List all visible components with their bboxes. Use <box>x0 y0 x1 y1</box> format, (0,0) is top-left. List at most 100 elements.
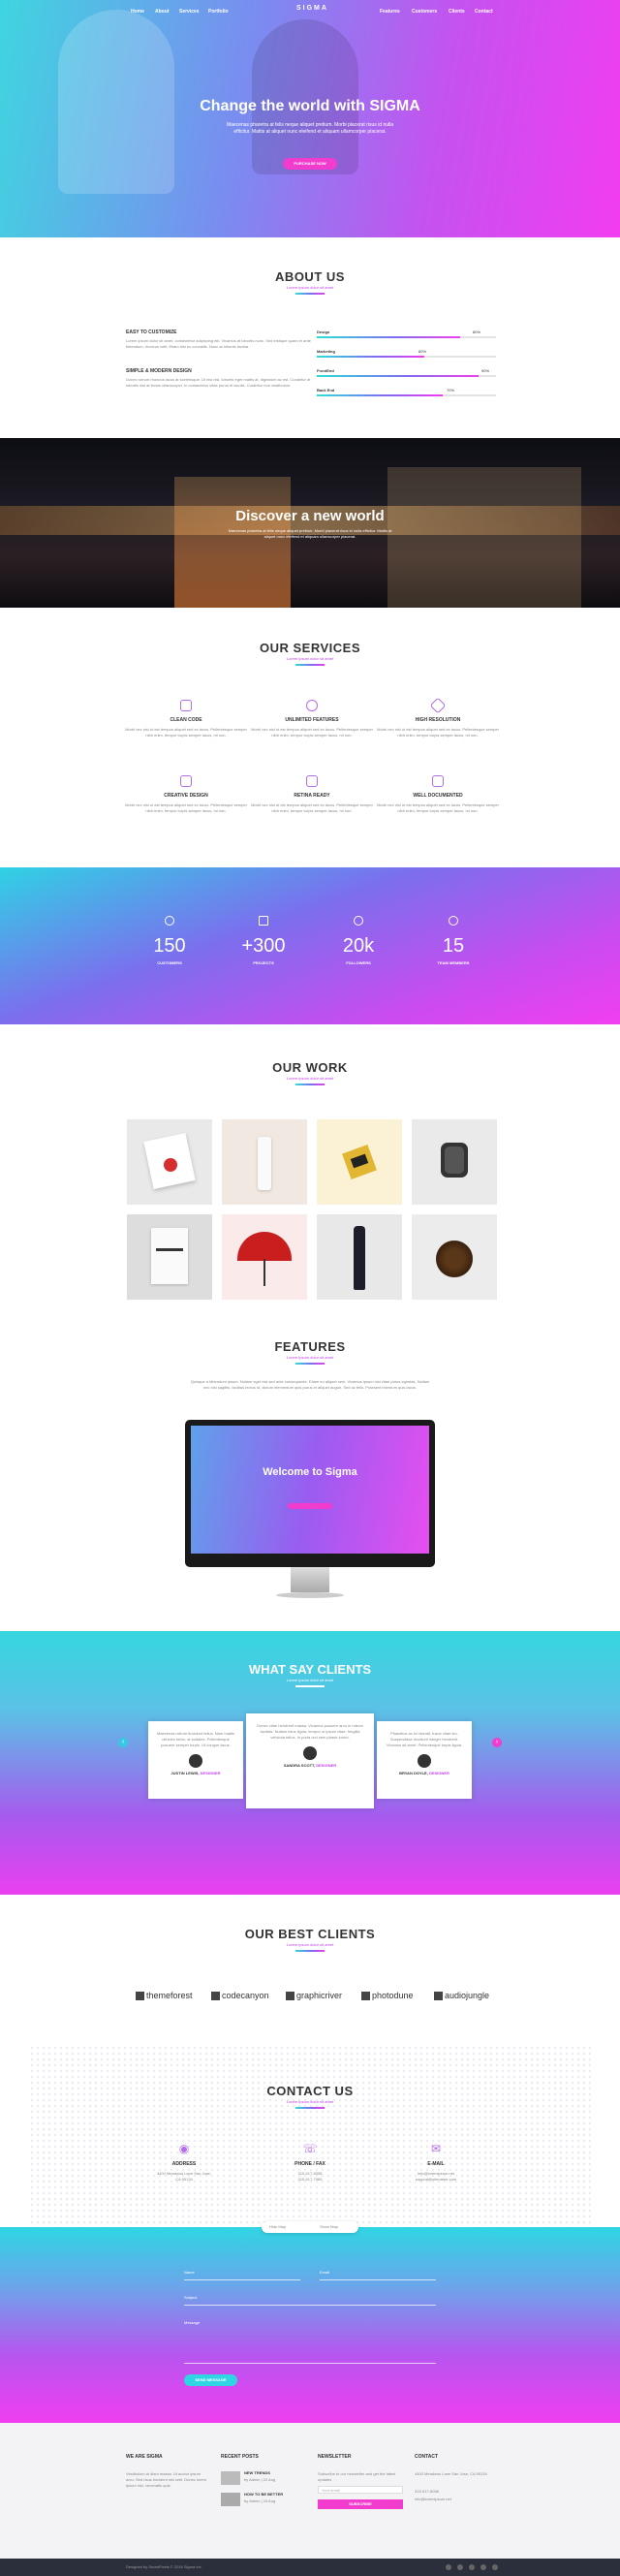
portfolio-item[interactable] <box>412 1119 497 1205</box>
nav-customers[interactable]: Customers <box>412 9 437 15</box>
pin-icon: ◉ <box>178 2142 190 2155</box>
footer-contact-address: 4400 Meadows Lane San Jose, CA 95134 <box>415 2471 487 2476</box>
service-item: RETINA READY Morbi nec nisl ut est tempus… <box>249 775 375 814</box>
about-title: ABOUT US <box>275 269 345 284</box>
diamond-icon <box>429 697 447 714</box>
testimonials-section: WHAT SAY CLIENTS Lorem ipsum dolor sit a… <box>0 1631 620 1895</box>
message-field[interactable]: Message <box>184 2320 200 2325</box>
partner-logo[interactable]: themeforest <box>136 1991 193 2000</box>
send-message-button[interactable]: SEND MESSAGE <box>184 2374 237 2386</box>
portfolio-item[interactable] <box>317 1214 402 1300</box>
partners-title: OUR BEST CLIENTS <box>244 1927 376 1941</box>
footer-posts-heading: RECENT POSTS <box>221 2454 259 2460</box>
counter-projects: +300 PROJECTS <box>215 916 312 965</box>
testimonial-name: JUSTIN LEWIS, <box>170 1771 201 1775</box>
about-heading-2: SIMPLE & MODERN DESIGN <box>126 368 192 374</box>
about-subtitle: Lorem ipsum dolor sit amet <box>286 285 334 290</box>
title-divider <box>295 1950 325 1952</box>
avatar <box>418 1754 431 1768</box>
newsletter-email-input[interactable]: Your email <box>318 2486 403 2494</box>
hide-map-tab[interactable]: Hide Map <box>269 2224 286 2229</box>
testimonial-role: DESIGNER <box>316 1763 337 1768</box>
partner-name: codecanyon <box>222 1991 269 2000</box>
testimonial-name: BRYAN DOYLE, <box>399 1771 429 1775</box>
site-logo[interactable]: SIGMA <box>296 5 326 12</box>
post-thumbnail[interactable] <box>221 2471 240 2485</box>
facebook-icon[interactable] <box>446 2564 451 2570</box>
nav-services[interactable]: Services <box>179 9 200 15</box>
subject-underline[interactable] <box>184 2305 436 2306</box>
phone-icon: ☏ <box>302 2142 318 2155</box>
nav-contact[interactable]: Contact <box>475 9 493 15</box>
partner-logo[interactable]: graphicriver <box>286 1991 342 2000</box>
post-meta: by Admin | 15 Aug <box>244 2498 276 2503</box>
service-title: CLEAN CODE <box>170 717 202 723</box>
contact-detail: 315-917-7989 <box>297 2177 323 2182</box>
subscribe-button[interactable]: SUBSCRIBE <box>318 2499 403 2509</box>
world-map <box>29 2045 591 2229</box>
nav-about[interactable]: About <box>155 9 169 15</box>
service-item: HIGH RESOLUTION Morbi nec nisl ut est tem… <box>375 697 501 738</box>
portfolio-item[interactable] <box>222 1119 307 1205</box>
nav-features[interactable]: Features <box>380 9 400 15</box>
nav-portfolio[interactable]: Portfolio <box>208 9 229 15</box>
portfolio-item[interactable] <box>222 1214 307 1300</box>
email-field[interactable]: Email <box>320 2270 329 2275</box>
services-title: OUR SERVICES <box>259 641 360 655</box>
photodune-icon <box>361 1991 370 2000</box>
service-title: WELL DOCUMENTED <box>413 793 463 799</box>
portfolio-item[interactable] <box>127 1214 212 1300</box>
counter-followers: 20k FOLLOWERS <box>310 916 407 965</box>
skill-percent: 80% <box>473 330 481 334</box>
footer-about-text: Vestibulum at diam massa. Ut auctor ipsu… <box>126 2471 206 2488</box>
copyright-text: Designed by SmartPixels © 2018 Sigma Inc… <box>126 2564 202 2569</box>
message-underline[interactable] <box>184 2363 436 2364</box>
service-desc: Morbi nec nisl ut est tempus aliquet sed… <box>251 802 373 813</box>
portfolio-item[interactable] <box>317 1119 402 1205</box>
testimonial-quote: Maecenas rutrum tincidunt tellus. Nam ma… <box>156 1731 235 1747</box>
service-desc: Morbi nec nisl ut est tempus aliquet sed… <box>251 727 373 738</box>
name-underline[interactable] <box>184 2279 300 2280</box>
twitter-icon[interactable] <box>457 2564 463 2570</box>
portfolio-item[interactable] <box>412 1214 497 1300</box>
googleplus-icon[interactable] <box>469 2564 475 2570</box>
partner-logo[interactable]: codecanyon <box>211 1991 269 2000</box>
book-icon <box>432 775 444 787</box>
next-arrow-icon[interactable]: › <box>492 1738 502 1747</box>
post-title[interactable]: NEW TRENDS <box>244 2470 270 2476</box>
testimonial-quote: Donec vitae hendrerit massa. Vivamus pos… <box>257 1723 363 1740</box>
footer-contact-heading: CONTACT <box>415 2454 439 2460</box>
prev-arrow-icon[interactable]: ‹ <box>118 1738 128 1747</box>
work-subtitle: Lorem ipsum dolor sit amet <box>286 1076 334 1081</box>
partners-subtitle: Lorem ipsum dolor sit amet <box>286 1942 334 1947</box>
service-item: UNLIMITED FEATURES Morbi nec nisl ut est … <box>249 700 375 738</box>
post-title[interactable]: HOW TO BE BETTER <box>244 2492 283 2497</box>
linkedin-icon[interactable] <box>492 2564 498 2570</box>
name-field[interactable]: Name <box>184 2270 195 2275</box>
features-title: FEATURES <box>274 1339 346 1354</box>
testimonial-card: Phasellus ac ex blandit, fusce vitae leo… <box>377 1721 472 1799</box>
map-toggle: Hide Map Show Map <box>262 2221 358 2233</box>
avatar <box>303 1746 317 1760</box>
testimonial-role: DESIGNER <box>200 1771 221 1775</box>
email-underline[interactable] <box>320 2279 436 2280</box>
footer-contact-phone: 315-917-8058 <box>415 2489 439 2494</box>
post-thumbnail[interactable] <box>221 2493 240 2506</box>
hero-person-image-2 <box>252 19 358 174</box>
cloud-icon <box>354 916 363 926</box>
skill-percent: 70% <box>447 388 455 393</box>
partner-logo[interactable]: audiojungle <box>434 1991 489 2000</box>
service-desc: Morbi nec nisl ut est tempus aliquet sed… <box>377 802 499 813</box>
nav-clients[interactable]: Clients <box>449 9 465 15</box>
nav-home[interactable]: Home <box>131 9 144 15</box>
counter-label: FOLLOWERS <box>346 960 371 965</box>
portfolio-item[interactable] <box>127 1119 212 1205</box>
purchase-button[interactable]: PURCHASE NOW <box>283 158 337 170</box>
counter-label: CUSTOMERS <box>157 960 182 965</box>
partner-logo[interactable]: photodune <box>361 1991 414 2000</box>
show-map-tab[interactable]: Show Map <box>320 2224 338 2229</box>
instagram-icon[interactable] <box>480 2564 486 2570</box>
subject-field[interactable]: Subject <box>184 2295 197 2300</box>
contact-subtitle: Lorem ipsum dolor sit amet <box>286 2099 334 2104</box>
service-item: CREATIVE DESIGN Morbi nec nisl ut est tem… <box>123 775 249 814</box>
